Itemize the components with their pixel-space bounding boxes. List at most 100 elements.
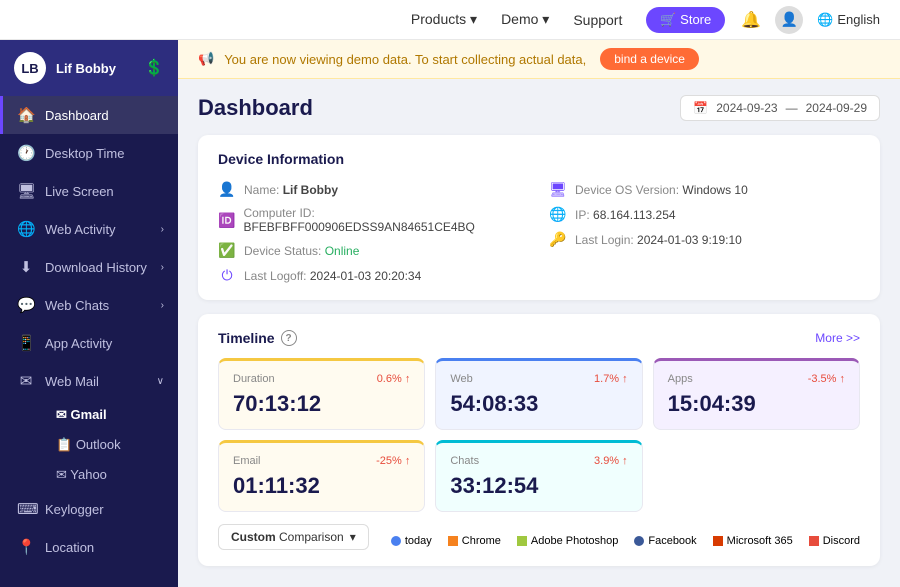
- sidebar-username: Lif Bobby: [56, 61, 134, 76]
- web-chats-icon: 💬: [17, 296, 35, 314]
- nav-demo[interactable]: Demo ▾: [501, 11, 549, 28]
- web-chats-chevron: ›: [161, 300, 164, 311]
- login-icon: 🔑: [549, 231, 567, 248]
- sidebar-label-app-activity: App Activity: [45, 336, 112, 351]
- help-icon[interactable]: ?: [281, 330, 297, 346]
- stat-apps: Apps -3.5% ↑ 15:04:39: [653, 358, 860, 430]
- logoff-icon: ⏻: [218, 267, 236, 284]
- stat-chats-value: 33:12:54: [450, 473, 627, 499]
- field-last-logoff: ⏻ Last Logoff: 2024-01-03 20:20:34: [218, 267, 529, 284]
- status-icon: ✅: [218, 242, 236, 259]
- nav-support[interactable]: Support: [573, 12, 622, 28]
- sidebar-avatar: LB: [14, 52, 46, 84]
- legend-label-discord: Discord: [823, 535, 860, 547]
- stat-email-change: -25% ↑: [376, 455, 410, 467]
- legend-dot-chrome: [448, 536, 458, 546]
- location-icon: 📍: [17, 538, 35, 556]
- id-icon: 🆔: [218, 212, 235, 229]
- sidebar-label-live-screen: Live Screen: [45, 184, 114, 199]
- field-last-login: 🔑 Last Login: 2024-01-03 9:19:10: [549, 231, 860, 248]
- stat-chats: Chats 3.9% ↑ 33:12:54: [435, 440, 642, 512]
- legend-dot-ms365: [713, 536, 723, 546]
- legend-dot-today: [391, 536, 401, 546]
- stat-email: Email -25% ↑ 01:11:32: [218, 440, 425, 512]
- stat-duration-header: Duration 0.6% ↑: [233, 373, 410, 385]
- os-icon: 🖥: [549, 181, 567, 198]
- legend-adobe: Adobe Photoshop: [517, 535, 618, 547]
- date-separator: —: [786, 101, 798, 115]
- timeline-stats-row1: Duration 0.6% ↑ 70:13:12 Web 1.7% ↑ 54:0…: [218, 358, 860, 430]
- sidebar-label-web-activity: Web Activity: [45, 222, 116, 237]
- sidebar-item-web-activity[interactable]: 🌐 Web Activity ›: [0, 210, 178, 248]
- bell-icon[interactable]: 🔔: [741, 10, 761, 30]
- timeline-header: Timeline ? More >>: [218, 330, 860, 346]
- dashboard-content: Dashboard 📅 2024-09-23 — 2024-09-29 Devi…: [178, 79, 900, 587]
- legend-discord: Discord: [809, 535, 860, 547]
- web-mail-chevron: ∨: [157, 376, 164, 387]
- language-label: English: [837, 12, 880, 27]
- timeline-card: Timeline ? More >> Duration 0.6% ↑ 70:13…: [198, 314, 880, 566]
- more-link[interactable]: More >>: [815, 331, 860, 345]
- date-end: 2024-09-29: [806, 101, 867, 115]
- sidebar-item-keylogger[interactable]: ⌨ Keylogger: [0, 490, 178, 528]
- comparison-label: Custom Comparison: [231, 530, 344, 544]
- keylogger-icon: ⌨: [17, 500, 35, 518]
- store-button[interactable]: 🛒 Store: [646, 7, 725, 33]
- sidebar-item-yahoo[interactable]: ✉ Yahoo: [42, 460, 178, 490]
- bind-device-button[interactable]: bind a device: [600, 48, 699, 70]
- legend-dot-facebook: [634, 536, 644, 546]
- sidebar-label-download-history: Download History: [45, 260, 147, 275]
- sidebar-item-gmail[interactable]: ✉ Gmail: [42, 400, 178, 430]
- top-nav-right: 🔔 👤 🌐 English: [741, 6, 880, 34]
- content-area: 📢 You are now viewing demo data. To star…: [178, 40, 900, 587]
- stat-chats-change: 3.9% ↑: [594, 455, 628, 467]
- demo-banner: 📢 You are now viewing demo data. To star…: [178, 40, 900, 79]
- gmail-icon: ✉: [56, 407, 71, 422]
- download-history-icon: ⬇: [17, 258, 35, 276]
- sidebar-item-app-activity[interactable]: 📱 App Activity: [0, 324, 178, 362]
- custom-comparison-button[interactable]: Custom Comparison ▾: [218, 524, 369, 550]
- stat-apps-value: 15:04:39: [668, 391, 845, 417]
- device-info-grid: 👤 Name: Lif Bobby 🆔 Computer ID: BFEBFBF…: [218, 181, 860, 284]
- stat-chats-header: Chats 3.9% ↑: [450, 455, 627, 467]
- stat-web-label: Web: [450, 373, 472, 385]
- field-last-logoff-text: Last Logoff: 2024-01-03 20:20:34: [244, 269, 421, 283]
- sidebar-item-outlook[interactable]: 📋 Outlook: [42, 430, 178, 460]
- user-icon: 👤: [218, 181, 236, 198]
- sidebar-label-desktop-time: Desktop Time: [45, 146, 124, 161]
- field-name: 👤 Name: Lif Bobby: [218, 181, 529, 198]
- legend-facebook: Facebook: [634, 535, 696, 547]
- sidebar-item-web-chats[interactable]: 💬 Web Chats ›: [0, 286, 178, 324]
- legend-dot-discord: [809, 536, 819, 546]
- field-ip: 🌐 IP: 68.164.113.254: [549, 206, 860, 223]
- dashboard-header: Dashboard 📅 2024-09-23 — 2024-09-29: [198, 95, 880, 121]
- sidebar-item-live-screen[interactable]: 🖥 Live Screen: [0, 172, 178, 210]
- page-title: Dashboard: [198, 95, 313, 121]
- field-computer-id-text: Computer ID: BFEBFBFF000906EDSS9AN84651C…: [243, 206, 529, 234]
- sidebar-label-dashboard: Dashboard: [45, 108, 109, 123]
- sidebar-item-location[interactable]: 📍 Location: [0, 528, 178, 566]
- sidebar-item-download-history[interactable]: ⬇ Download History ›: [0, 248, 178, 286]
- nav-products[interactable]: Products ▾: [411, 11, 477, 28]
- stat-apps-change: -3.5% ↑: [808, 373, 845, 385]
- sidebar-item-desktop-time[interactable]: 🕐 Desktop Time: [0, 134, 178, 172]
- stat-email-label: Email: [233, 455, 261, 467]
- user-avatar[interactable]: 👤: [775, 6, 803, 34]
- sidebar-label-web-mail: Web Mail: [45, 374, 99, 389]
- stat-chats-label: Chats: [450, 455, 479, 467]
- outlook-icon: 📋: [56, 437, 76, 452]
- stat-apps-header: Apps -3.5% ↑: [668, 373, 845, 385]
- sidebar-item-dashboard[interactable]: 🏠 Dashboard: [0, 96, 178, 134]
- language-button[interactable]: 🌐 English: [817, 12, 880, 28]
- date-start: 2024-09-23: [716, 101, 777, 115]
- field-ip-text: IP: 68.164.113.254: [575, 208, 676, 222]
- stat-email-header: Email -25% ↑: [233, 455, 410, 467]
- sidebar-user[interactable]: LB Lif Bobby 💲: [0, 40, 178, 96]
- comparison-chevron: ▾: [350, 530, 356, 544]
- sidebar-item-web-mail[interactable]: ✉ Web Mail ∨: [0, 362, 178, 400]
- stat-web-change: 1.7% ↑: [594, 373, 628, 385]
- date-range-picker[interactable]: 📅 2024-09-23 — 2024-09-29: [680, 95, 880, 121]
- megaphone-icon: 📢: [198, 51, 214, 67]
- app-activity-icon: 📱: [17, 334, 35, 352]
- field-last-login-text: Last Login: 2024-01-03 9:19:10: [575, 233, 742, 247]
